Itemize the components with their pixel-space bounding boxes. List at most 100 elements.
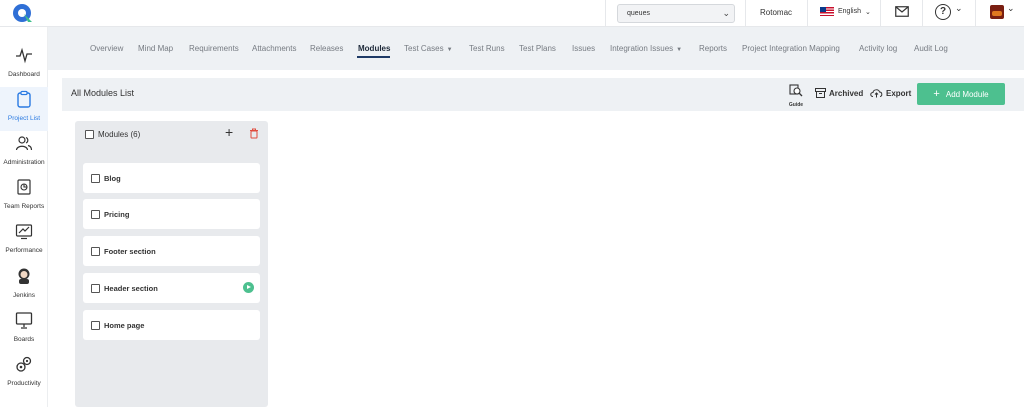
sidebar-item-administration[interactable]: Administration <box>0 131 48 175</box>
sidebar-item-label: Performance <box>5 247 43 254</box>
tab-mind-map[interactable]: Mind Map <box>138 44 173 53</box>
avatar[interactable] <box>990 5 1004 19</box>
divider <box>975 0 976 27</box>
gears-icon <box>16 356 32 372</box>
expand-submodules-icon[interactable] <box>243 282 254 293</box>
module-card[interactable]: Header section <box>83 273 260 303</box>
module-name: Blog <box>104 174 121 183</box>
guide-label: Guide <box>788 102 804 108</box>
export-label: Export <box>886 88 912 98</box>
module-card[interactable]: Blog <box>83 163 260 193</box>
sidebar-item-project-list[interactable]: Project List <box>0 87 48 131</box>
sidebar-item-boards[interactable]: Boards <box>0 308 48 352</box>
mail-icon[interactable] <box>895 6 909 17</box>
sidebar-item-jenkins[interactable]: Jenkins <box>0 264 48 308</box>
module-checkbox[interactable] <box>91 321 100 330</box>
module-card[interactable]: Pricing <box>83 199 260 229</box>
pulse-icon <box>16 47 32 64</box>
sidebar-item-label: Productivity <box>7 380 41 387</box>
tab-releases[interactable]: Releases <box>310 44 343 53</box>
guide-button[interactable]: Guide <box>786 84 806 108</box>
chevron-down-icon[interactable]: ⌄ <box>955 3 963 14</box>
module-name: Footer section <box>104 247 156 256</box>
archive-icon <box>815 88 826 98</box>
sidebar-item-label: Administration <box>3 159 45 166</box>
sidebar-item-label: Dashboard <box>8 71 40 78</box>
module-checkbox[interactable] <box>91 247 100 256</box>
tab-overview[interactable]: Overview <box>90 44 123 53</box>
caret-down-icon: ▼ <box>676 47 683 53</box>
add-module-label: Add Module <box>945 89 989 99</box>
select-all-checkbox[interactable] <box>85 130 94 139</box>
sidebar-item-team-reports[interactable]: Team Reports <box>0 175 48 219</box>
sidebar: Dashboard Project List Administration Te… <box>0 27 48 407</box>
add-module-plus-icon[interactable]: + <box>225 124 233 140</box>
modules-count-label: Modules (6) <box>98 130 141 139</box>
active-tab-indicator <box>357 56 390 58</box>
module-card[interactable]: Home page <box>83 310 260 340</box>
help-icon[interactable]: ? <box>935 4 951 20</box>
clipboard-icon <box>17 90 31 108</box>
sidebar-item-performance[interactable]: Performance <box>0 219 48 263</box>
chevron-down-icon: ⌄ <box>722 8 730 18</box>
app-logo-icon[interactable] <box>12 2 34 24</box>
tab-attachments[interactable]: Attachments <box>252 44 296 53</box>
module-name: Home page <box>104 321 145 330</box>
add-module-button[interactable]: + Add Module <box>917 83 1005 105</box>
caret-down-icon: ▼ <box>446 47 453 53</box>
tab-project-integration-mapping[interactable]: Project Integration Mapping <box>742 44 840 53</box>
tab-label: Integration Issues <box>610 44 674 53</box>
module-checkbox[interactable] <box>91 284 100 293</box>
project-select[interactable]: queues ⌄ <box>617 4 735 23</box>
divider <box>807 0 808 27</box>
language-selector[interactable]: English ⌄ <box>820 7 871 16</box>
board-icon <box>15 312 33 329</box>
project-nav: Overview Mind Map Requirements Attachmen… <box>48 27 1024 70</box>
chevron-down-icon: ⌄ <box>864 8 871 16</box>
tab-issues[interactable]: Issues <box>572 44 595 53</box>
tab-audit-log[interactable]: Audit Log <box>914 44 948 53</box>
tab-integration-issues[interactable]: Integration Issues ▼ <box>610 44 682 53</box>
tab-requirements[interactable]: Requirements <box>189 44 239 53</box>
sidebar-item-label: Team Reports <box>3 203 45 210</box>
page-title: All Modules List <box>71 88 135 98</box>
tab-activity-log[interactable]: Activity log <box>859 44 897 53</box>
module-checkbox[interactable] <box>91 174 100 183</box>
top-bar: queues ⌄ Rotomac English ⌄ ? ⌄ ⌄ <box>0 0 1024 27</box>
jenkins-icon <box>18 268 30 284</box>
divider <box>745 0 746 27</box>
sidebar-item-label: Jenkins <box>12 292 36 299</box>
sidebar-item-label: Project List <box>7 115 41 122</box>
modules-header: Modules (6) <box>85 130 140 139</box>
tab-test-cases[interactable]: Test Cases ▼ <box>404 44 453 53</box>
divider <box>605 0 606 27</box>
tab-label: Test Cases <box>404 44 444 53</box>
tab-modules[interactable]: Modules <box>358 44 390 53</box>
report-icon <box>17 179 31 195</box>
sidebar-item-dashboard[interactable]: Dashboard <box>0 43 48 87</box>
tab-reports[interactable]: Reports <box>699 44 727 53</box>
divider <box>922 0 923 27</box>
chart-icon <box>15 224 33 240</box>
export-button[interactable]: Export <box>870 88 911 98</box>
module-name: Header section <box>104 284 158 293</box>
project-select-value: queues <box>627 10 650 17</box>
chevron-down-icon[interactable]: ⌄ <box>1007 3 1015 14</box>
divider <box>880 0 881 27</box>
sidebar-item-label: Boards <box>13 336 35 343</box>
trash-icon[interactable] <box>249 128 259 139</box>
archived-label: Archived <box>829 88 864 98</box>
guide-icon <box>789 84 803 97</box>
archived-button[interactable]: Archived <box>815 88 863 98</box>
plus-icon: + <box>933 88 940 100</box>
tab-test-runs[interactable]: Test Runs <box>469 44 505 53</box>
language-label: English <box>838 8 861 15</box>
cloud-upload-icon <box>870 89 883 98</box>
users-icon <box>15 136 33 151</box>
module-checkbox[interactable] <box>91 210 100 219</box>
module-card[interactable]: Footer section <box>83 236 260 266</box>
tab-test-plans[interactable]: Test Plans <box>519 44 556 53</box>
sidebar-item-productivity[interactable]: Productivity <box>0 352 48 396</box>
org-name[interactable]: Rotomac <box>760 8 792 17</box>
module-name: Pricing <box>104 210 130 219</box>
